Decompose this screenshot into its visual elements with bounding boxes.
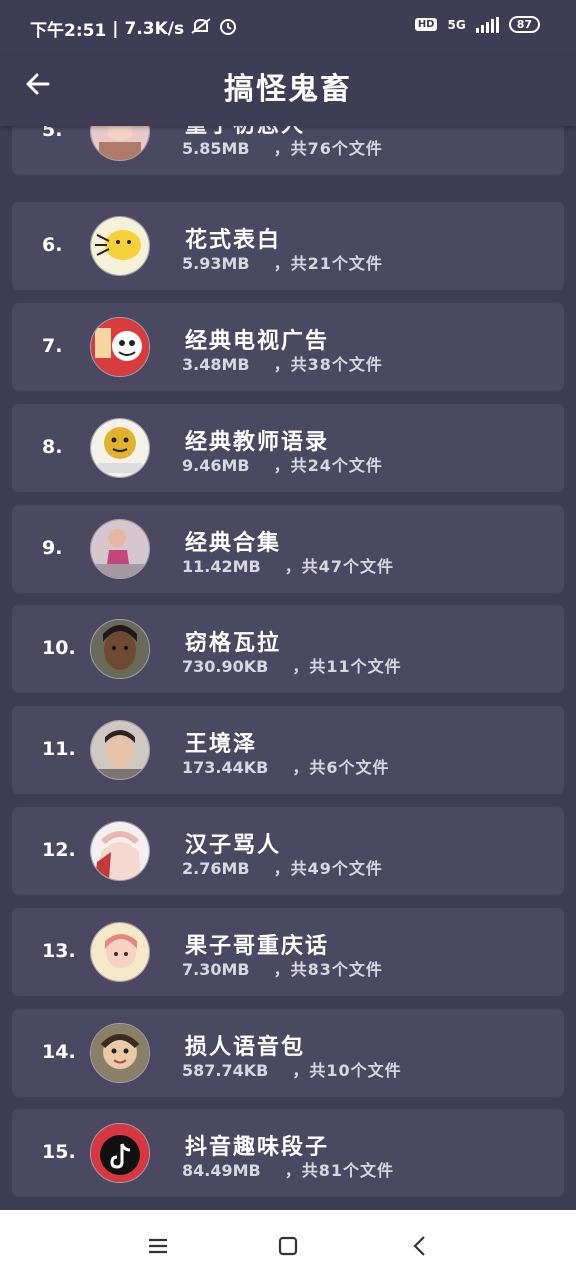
audio-pack-list: 5. 童子初恋人 5.85MB，共76个文件 6. 花式表白 5.93MB，共2… [0,126,576,1210]
item-file-count: ，共76个文件 [273,139,383,158]
list-item[interactable]: 11. 王境泽 173.44KB ，共6个文件 [12,706,564,794]
battery-indicator: 87 [508,16,540,33]
item-file-count: ，共38个文件 [273,355,383,374]
avatar [90,922,150,982]
item-rank: 5. [42,126,63,141]
item-size: 5.93MB [182,254,250,273]
home-square-icon [278,1236,298,1256]
network-label: 5G [447,17,466,32]
item-rank: 15. [42,1141,76,1163]
list-item[interactable]: 9. 经典合集 11.42MB ，共47个文件 [12,505,564,593]
page-title: 搞怪鬼畜 [224,72,352,107]
item-file-count: ，共49个文件 [273,859,383,878]
item-size: 5.85MB [182,139,250,158]
item-rank: 6. [42,234,63,256]
item-file-count: ，共24个文件 [273,456,383,475]
list-item[interactable]: 5. 童子初恋人 5.85MB，共76个文件 [12,126,564,175]
list-item[interactable]: 15. 抖音趣味段子 84.49MB ，共81个文件 [12,1109,564,1197]
item-rank: 7. [42,335,63,357]
signal-icon [475,16,499,33]
item-rank: 12. [42,839,76,861]
item-file-count: ，共47个文件 [284,557,395,576]
item-size: 2.76MB [182,859,250,878]
list-item[interactable]: 7. 经典电视广告 3.48MB ，共38个文件 [12,303,564,391]
avatar [90,1123,150,1183]
item-size: 587.74KB [182,1061,269,1080]
list-item[interactable]: 13. 果子哥重庆话 7.30MB ，共83个文件 [12,908,564,996]
item-rank: 9. [42,537,63,559]
item-rank: 13. [42,940,76,962]
list-item[interactable]: 14. 损人语音包 587.74KB ，共10个文件 [12,1009,564,1097]
avatar [90,418,150,478]
avatar [90,519,150,579]
item-file-count: ，共81个文件 [284,1161,395,1180]
list-item[interactable]: 12. 汉子骂人 2.76MB ，共49个文件 [12,807,564,895]
system-nav-bar [0,1210,576,1280]
status-divider: | [112,18,119,39]
status-bar: 下午2:51 | 7.3K/s HD 5G 87 [0,0,576,56]
menu-icon [149,1238,167,1254]
item-rank: 10. [42,637,76,659]
item-size: 730.90KB [182,657,269,676]
item-size: 11.42MB [182,557,261,576]
item-file-count: ，共21个文件 [273,254,383,273]
item-size: 7.30MB [182,960,250,979]
chevron-left-icon [413,1236,425,1256]
avatar [90,619,150,679]
item-size: 3.48MB [182,355,250,374]
back-nav-button[interactable] [406,1232,434,1260]
status-speed: 7.3K/s [124,18,185,39]
item-size: 84.49MB [182,1161,261,1180]
item-file-count: ，共11个文件 [292,657,402,676]
alarm-icon [218,16,238,41]
item-size: 173.44KB [182,758,269,777]
item-file-count: ，共83个文件 [273,960,383,979]
item-rank: 8. [42,436,63,458]
avatar [90,821,150,881]
item-file-count: ，共10个文件 [292,1061,402,1080]
app-bar: 搞怪鬼畜 [0,56,576,126]
menu-button[interactable] [144,1232,172,1260]
item-rank: 14. [42,1041,76,1063]
status-time: 下午2:51 [30,21,107,41]
avatar [90,216,150,276]
avatar [90,1023,150,1083]
avatar [90,317,150,377]
item-rank: 11. [42,738,76,760]
item-file-count: ，共6个文件 [292,758,390,777]
avatar [90,126,150,161]
hd-badge: HD [414,18,438,31]
item-size: 9.46MB [182,456,250,475]
list-item[interactable]: 6. 花式表白 5.93MB ，共21个文件 [12,202,564,290]
mute-icon [190,17,212,40]
home-button[interactable] [274,1232,302,1260]
avatar [90,720,150,780]
list-item[interactable]: 10. 窃格瓦拉 730.90KB ，共11个文件 [12,605,564,693]
list-item[interactable]: 8. 经典教师语录 9.46MB ，共24个文件 [12,404,564,492]
